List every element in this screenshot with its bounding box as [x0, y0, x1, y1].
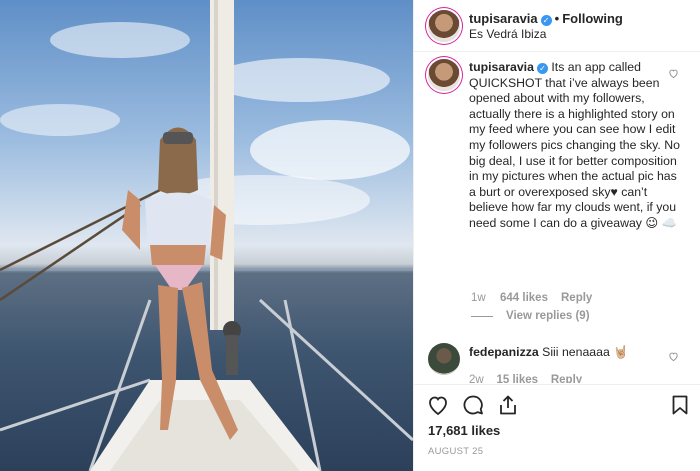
view-replies-button[interactable]: View replies (9) [506, 310, 590, 322]
verified-icon: ✓ [540, 15, 552, 26]
caption-likes[interactable]: 644 likes [500, 292, 548, 304]
comment-username[interactable]: fedepanizza [469, 345, 539, 359]
comment-like-heart-icon[interactable] [668, 351, 679, 362]
commenter-avatar[interactable] [428, 343, 460, 375]
verified-icon: ✓ [536, 63, 548, 74]
caption-age[interactable]: 1w [471, 292, 486, 304]
following-button[interactable]: Following [562, 11, 623, 26]
caption-text: Its an app called QUICKSHOT that i’ve al… [469, 60, 680, 230]
post-likes-count[interactable]: 17,681 likes [428, 423, 500, 438]
comment: fedepanizza Siii nenaaaa 🤘🏼 [469, 345, 629, 360]
header-user-line: tupisaravia ✓ • Following [469, 11, 623, 26]
like-heart-icon[interactable] [426, 393, 450, 417]
comment-likes[interactable]: 15 likes [496, 374, 538, 383]
post-date[interactable]: AUGUST 25 [428, 446, 483, 457]
author-avatar[interactable] [428, 10, 460, 42]
instagram-post: tupisaravia ✓ • Following Es Vedrá Ibiza tu… [0, 0, 700, 471]
post-header: tupisaravia ✓ • Following Es Vedrá Ibiza [414, 0, 700, 52]
caption: tupisaravia ✓ Its an app called QUICKSHOT… [469, 60, 684, 232]
comments-section[interactable]: tupisaravia ✓ Its an app called QUICKSHOT… [414, 53, 700, 383]
post-sidebar: tupisaravia ✓ • Following Es Vedrá Ibiza tu… [413, 0, 700, 471]
save-bookmark-icon[interactable] [668, 393, 692, 417]
comment-meta: 2w 15 likes Reply [469, 374, 582, 383]
caption-avatar[interactable] [428, 59, 460, 91]
comment-like-heart-icon[interactable] [668, 68, 679, 79]
comment-bubble-icon[interactable] [461, 393, 485, 417]
separator-dot: • [554, 11, 560, 26]
comment-text: Siii nenaaaa 🤘🏼 [542, 345, 629, 359]
comment-reply-button[interactable]: Reply [551, 374, 582, 383]
author-username[interactable]: tupisaravia [469, 11, 538, 26]
post-actions: 17,681 likes AUGUST 25 [414, 384, 700, 471]
replies-divider [471, 316, 493, 317]
photo-illustration [0, 0, 413, 471]
post-location[interactable]: Es Vedrá Ibiza [469, 27, 546, 41]
post-photo[interactable] [0, 0, 413, 471]
caption-reply-button[interactable]: Reply [561, 292, 592, 304]
share-icon[interactable] [496, 393, 520, 417]
comment-age[interactable]: 2w [469, 374, 484, 383]
caption-username[interactable]: tupisaravia [469, 60, 534, 74]
